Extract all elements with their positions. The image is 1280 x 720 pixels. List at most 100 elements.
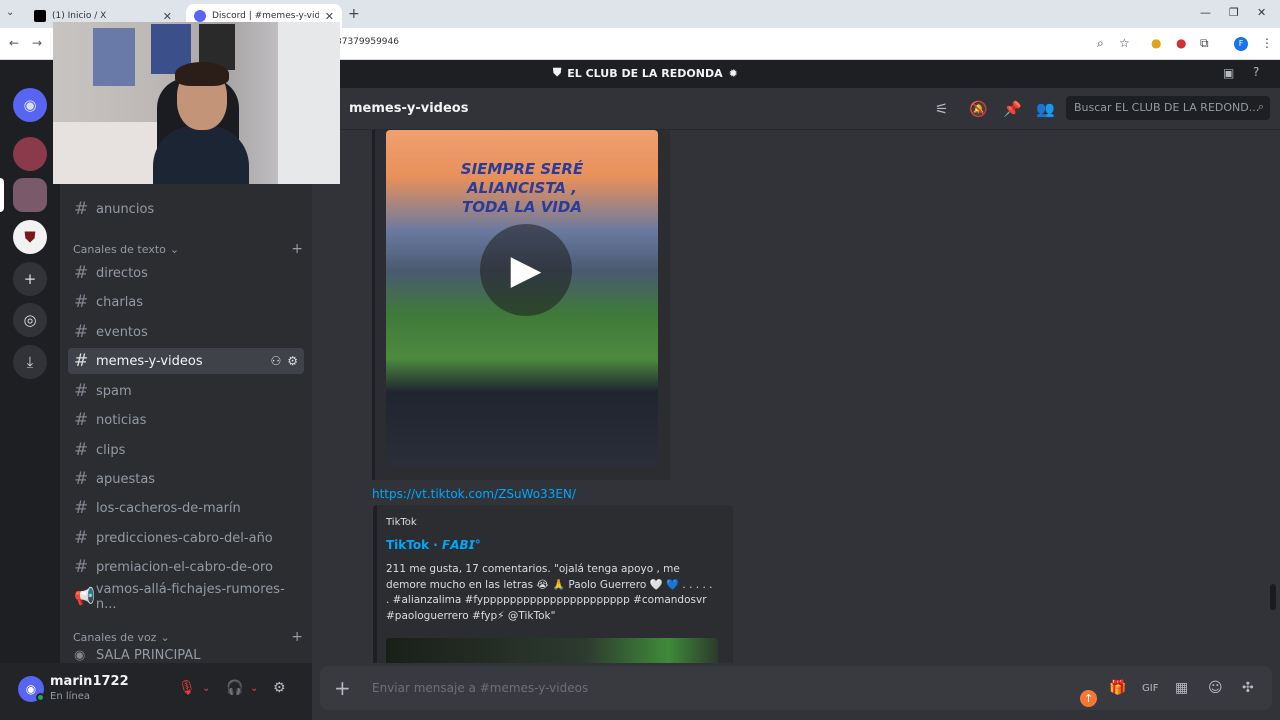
username[interactable]: marin1722 [50, 674, 129, 689]
chevron-down-icon[interactable]: ⌄ [250, 683, 258, 694]
boost-icon[interactable]: ↑ [1080, 690, 1097, 707]
back-icon[interactable]: ← [9, 36, 19, 50]
gear-icon[interactable]: ⚙ [273, 680, 286, 696]
overlay-line: ALIANCISTA , [467, 179, 577, 197]
server-icon-el-club[interactable] [13, 178, 47, 212]
channel-los-cacheros-de-marin[interactable]: # los-cacheros-de-marín [68, 495, 304, 521]
play-button[interactable]: ▶ [480, 224, 572, 316]
channel-memes-y-videos[interactable]: # memes-y-videos ⚇ ⚙ [68, 348, 304, 374]
restore-icon[interactable]: ❐ [1229, 6, 1239, 19]
streamer-body [153, 126, 249, 184]
emoji-icon[interactable]: ☺ [1208, 680, 1223, 696]
bookmark-star-icon[interactable]: ☆ [1119, 36, 1130, 50]
channel-label: directos [96, 265, 148, 281]
add-channel-icon[interactable]: + [291, 629, 303, 645]
server-icon[interactable]: ⛊ [13, 220, 47, 254]
profile-avatar[interactable]: F [1234, 37, 1248, 51]
headphones-muted-icon[interactable]: 🎧 [226, 680, 243, 696]
user-panel [0, 663, 312, 720]
voice-channel-sala-principal[interactable]: ◉ SALA PRINCIPAL [68, 648, 304, 663]
channel-charlas[interactable]: # charlas [68, 289, 304, 315]
tab-list-chevron-icon[interactable]: ⌄ [6, 7, 14, 18]
bed [53, 122, 163, 184]
url-field[interactable]: 37379959946 [336, 37, 399, 47]
overlay-line: TODA LA VIDA [462, 198, 582, 216]
add-server-icon[interactable]: + [13, 262, 47, 296]
scrollbar[interactable] [1270, 584, 1276, 610]
channel-label: noticias [96, 412, 147, 428]
tab-title: (1) Inicio / X [52, 11, 107, 21]
pin-icon[interactable]: 📌 [1003, 100, 1022, 118]
gear-icon[interactable]: ⚙ [287, 354, 298, 368]
webcam-overlay [53, 22, 340, 184]
extension-icon[interactable]: ● [1151, 36, 1161, 50]
chevron-down-icon: ⌄ [160, 630, 170, 644]
sticker-icon[interactable]: ▦ [1175, 680, 1188, 696]
message-link[interactable]: https://vt.tiktok.com/ZSuWo33EN/ [372, 487, 576, 501]
category-voice-channels[interactable]: Canales de voz ⌄ + [73, 629, 303, 645]
discord-home-icon[interactable]: ◉ [13, 88, 47, 122]
curtain [278, 22, 340, 184]
channel-label: SALA PRINCIPAL [96, 648, 201, 663]
channel-eventos[interactable]: # eventos [68, 319, 304, 345]
channel-vamos-alla-fichajes[interactable]: 📢 vamos-allá-fichajes-rumores-n... [68, 582, 304, 612]
members-icon[interactable]: 👥 [1036, 100, 1055, 118]
server-icon[interactable] [13, 137, 47, 171]
forward-icon[interactable]: → [32, 36, 42, 50]
explore-compass-icon[interactable]: ◎ [13, 303, 47, 337]
gift-icon[interactable]: 🎁 [1109, 680, 1126, 696]
chevron-down-icon[interactable]: ⌄ [202, 683, 210, 694]
hash-icon: # [74, 292, 89, 312]
notifications-muted-icon[interactable]: 🔕 [969, 100, 988, 118]
channel-predicciones[interactable]: # predicciones-cabro-del-año [68, 525, 304, 551]
channel-label: vamos-allá-fichajes-rumores-n... [95, 582, 285, 612]
channel-noticias[interactable]: # noticias [68, 407, 304, 433]
invite-icon[interactable]: ⚇ [270, 354, 281, 368]
hash-icon: # [74, 322, 89, 342]
category-text-channels[interactable]: Canales de texto ⌄ + [73, 241, 303, 257]
search-input[interactable]: Buscar EL CLUB DE LA REDOND... ⌕ [1066, 96, 1270, 120]
channel-label: predicciones-cabro-del-año [96, 530, 273, 546]
tab-title: Discord | #memes-y-videos | El [212, 11, 319, 21]
hash-icon: # [74, 557, 89, 577]
close-window-icon[interactable]: ✕ [1257, 6, 1266, 19]
channel-anuncios[interactable]: # anuncios [68, 196, 304, 222]
close-tab-icon[interactable]: ✕ [325, 10, 334, 23]
channel-label: eventos [96, 324, 148, 340]
mic-muted-icon[interactable]: 🎙 [178, 680, 196, 696]
channel-directos[interactable]: # directos [68, 260, 304, 286]
x-logo-icon [34, 10, 46, 22]
message-input[interactable]: Enviar mensaje a #memes-y-videos [372, 681, 588, 695]
embed-provider: TikTok [386, 517, 417, 528]
extension-icon[interactable]: ● [1176, 36, 1186, 50]
overlay-line: SIEMPRE SERÉ [460, 160, 584, 178]
channel-spam[interactable]: # spam [68, 378, 304, 404]
channel-label: clips [96, 442, 126, 458]
server-banner [312, 60, 1280, 88]
minimize-icon[interactable]: — [1200, 6, 1211, 19]
close-tab-icon[interactable]: ✕ [163, 10, 172, 23]
extensions-puzzle-icon[interactable]: ⧉ [1200, 36, 1209, 51]
zoom-icon[interactable]: ⌕ [1097, 36, 1104, 51]
gif-icon[interactable]: GIF [1142, 683, 1158, 694]
threads-icon[interactable]: ⚟ [935, 100, 948, 118]
channel-apuestas[interactable]: # apuestas [68, 466, 304, 492]
menu-dots-icon[interactable]: ⋮ [1261, 36, 1273, 50]
hash-icon: # [74, 199, 89, 219]
new-tab-icon[interactable]: + [348, 6, 360, 22]
embed-title-link[interactable]: TikTok · 𝙁𝘼𝘽𝙄° [386, 538, 481, 552]
apps-icon[interactable]: ✣ [1242, 680, 1254, 696]
inbox-icon[interactable]: ▣ [1223, 66, 1234, 80]
help-icon[interactable]: ? [1253, 65, 1259, 79]
add-channel-icon[interactable]: + [291, 241, 303, 257]
search-placeholder: Buscar EL CLUB DE LA REDOND... [1074, 101, 1260, 114]
channel-label: spam [96, 383, 132, 399]
hash-icon: # [74, 351, 89, 371]
embed-thumbnail[interactable] [386, 638, 718, 663]
download-icon[interactable]: ⤓ [13, 345, 47, 379]
embed-description: 211 me gusta, 17 comentarios. "ojalá ten… [386, 563, 713, 623]
attach-plus-icon[interactable]: + [334, 676, 351, 700]
channel-premiacion[interactable]: # premiacion-el-cabro-de-oro [68, 554, 304, 580]
hash-icon: # [74, 528, 89, 548]
channel-clips[interactable]: # clips [68, 437, 304, 463]
